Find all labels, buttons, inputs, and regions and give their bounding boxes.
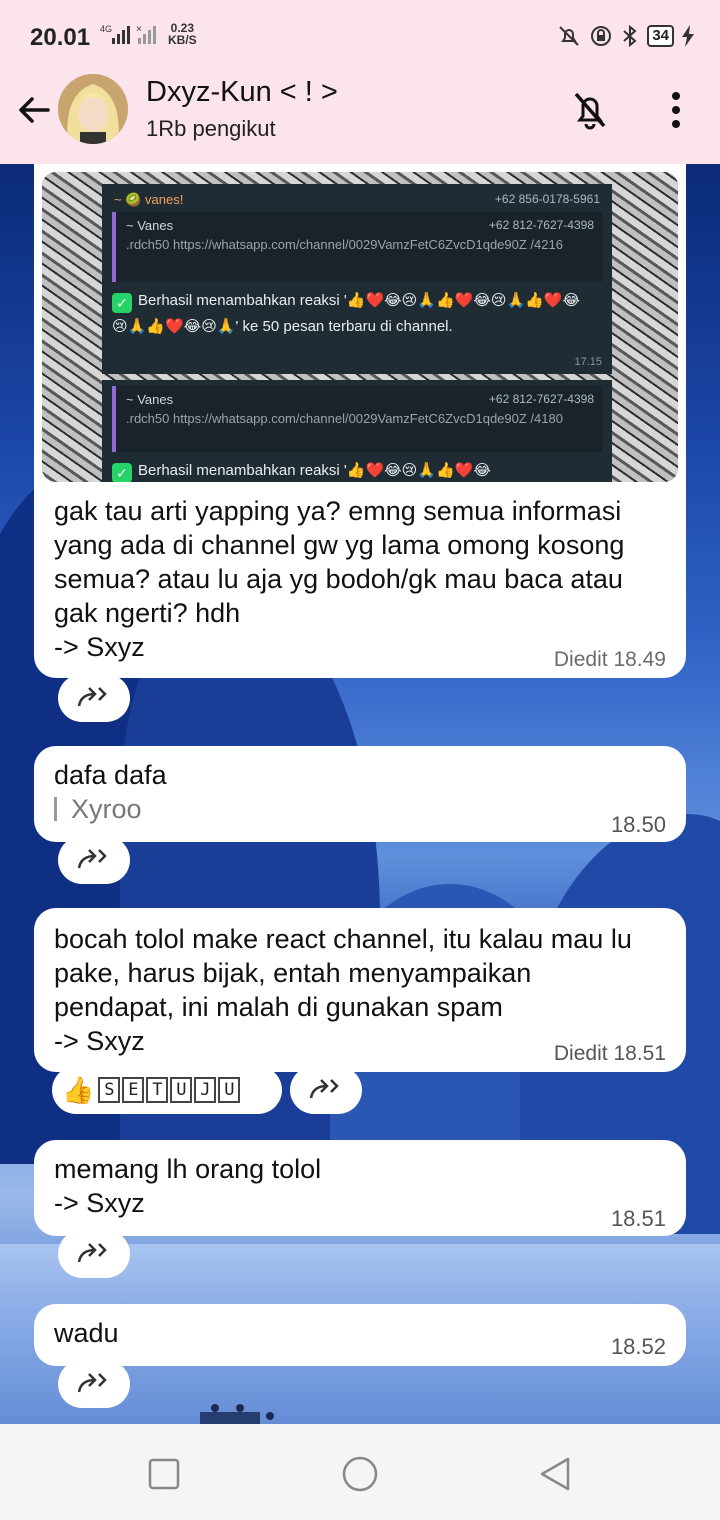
- embedded-quote-phone: +62 812-7627-4398: [488, 218, 594, 232]
- embedded-quote-text: .rdch50 https://whatsapp.com/channel/002…: [126, 237, 563, 252]
- message-time: 18.50: [610, 812, 666, 837]
- recents-square-icon[interactable]: [144, 1454, 184, 1494]
- message-text: wadu: [54, 1318, 119, 1348]
- message-meta: Diedit 18.49: [554, 648, 666, 672]
- edited-label: Diedit: [553, 648, 608, 671]
- back-arrow-icon[interactable]: [14, 90, 54, 130]
- embedded-chat-card: ~ 🥝 vanes! +62 856-0178-5961 ~ Vanes +62…: [102, 184, 612, 374]
- forward-button[interactable]: [58, 674, 130, 722]
- embedded-quote-text: .rdch50 https://whatsapp.com/channel/002…: [126, 411, 563, 426]
- message-text: gak tau arti yapping ya? emng semua info…: [54, 496, 625, 662]
- message-text: dafa dafa: [54, 760, 167, 790]
- reaction-letter: U: [218, 1077, 241, 1103]
- forward-arrow-icon: [77, 1243, 107, 1263]
- check-mark-icon: ✓: [112, 463, 132, 482]
- message-image[interactable]: ~ 🥝 vanes! +62 856-0178-5961 ~ Vanes +62…: [42, 172, 678, 482]
- forward-arrow-icon: [309, 1079, 339, 1099]
- home-circle-icon[interactable]: [340, 1454, 380, 1494]
- alarm-lock-icon: [591, 26, 612, 46]
- status-bar: 20.01 4G × 0.23 KB/S 34: [0, 0, 720, 74]
- reaction-letter: J: [194, 1077, 217, 1103]
- embedded-reply: ✓ Berhasil menambahkan reaksi '👍❤️😂😢🙏👍❤️😂: [112, 458, 592, 482]
- follower-count: 1Rb pengikut: [146, 116, 276, 141]
- bluetooth-icon: [623, 24, 637, 48]
- reaction-letter: U: [170, 1077, 193, 1103]
- embedded-reply: ✓ Berhasil menambahkan reaksi '👍❤️😂😢🙏👍❤️😂…: [112, 288, 592, 340]
- message-meta: Diedit 18.51: [554, 1042, 666, 1066]
- channel-avatar[interactable]: [58, 74, 128, 144]
- forward-arrow-icon: [77, 687, 107, 707]
- forward-button[interactable]: [58, 1360, 130, 1408]
- forward-arrow-icon: [77, 1373, 107, 1393]
- reaction-letter: S: [98, 1077, 121, 1103]
- back-triangle-icon[interactable]: [536, 1454, 576, 1494]
- embedded-quote: ~ Vanes +62 812-7627-4398 .rdch50 https:…: [112, 386, 602, 452]
- system-nav-bar: [0, 1424, 720, 1520]
- reaction-letter: E: [122, 1077, 145, 1103]
- embedded-reply-text: Berhasil menambahkan reaksi '👍❤️😂😢🙏👍❤️😂😢…: [112, 292, 581, 335]
- embedded-time: 17.15: [574, 356, 602, 368]
- message-bubble[interactable]: wadu 18.52: [34, 1304, 686, 1366]
- embedded-quote: ~ Vanes +62 812-7627-4398 .rdch50 https:…: [112, 212, 602, 282]
- svg-text:4G: 4G: [100, 24, 112, 34]
- message-text: bocah tolol make react channel, itu kala…: [54, 924, 632, 1056]
- message-bubble[interactable]: bocah tolol make react channel, itu kala…: [34, 908, 686, 1072]
- more-options-icon[interactable]: [660, 88, 692, 132]
- message-time: 18.52: [610, 1334, 666, 1359]
- svg-text:×: ×: [136, 24, 142, 35]
- embedded-chat-card: ~ Vanes +62 812-7627-4398 .rdch50 https:…: [102, 380, 612, 482]
- embedded-sender: ~ 🥝 vanes!: [114, 192, 184, 207]
- message-bubble[interactable]: dafa dafa Xyroo 18.50: [34, 746, 686, 842]
- embedded-quote-phone: +62 812-7627-4398: [488, 392, 594, 406]
- message-time: 18.49: [613, 648, 666, 671]
- message-time: 18.51: [610, 1206, 666, 1231]
- mute-notifications-icon[interactable]: [568, 88, 612, 132]
- status-icons: 34: [557, 22, 694, 50]
- message-signature: Xyroo: [54, 794, 142, 825]
- reaction-letter: T: [146, 1077, 169, 1103]
- embedded-reply-text: Berhasil menambahkan reaksi '👍❤️😂😢🙏👍❤️😂: [138, 462, 491, 479]
- forward-arrow-icon: [77, 849, 107, 869]
- anime-avatar-icon: [58, 74, 128, 144]
- message-text: memang lh orang tolol -> Sxyz: [54, 1154, 322, 1218]
- channel-header: Dxyz-Kun < ! > 1Rb pengikut: [0, 74, 720, 164]
- status-time: 20.01: [30, 24, 91, 51]
- thumbs-up-icon: 👍: [62, 1074, 95, 1105]
- wallpaper-boat: [200, 1404, 274, 1424]
- forward-button[interactable]: [58, 836, 130, 884]
- bell-off-icon: [559, 26, 580, 46]
- network-speed-unit: KB/S: [168, 33, 197, 47]
- message-time: 18.51: [613, 1042, 666, 1065]
- battery-indicator: 34: [647, 25, 674, 47]
- message-bubble[interactable]: ~ 🥝 vanes! +62 856-0178-5961 ~ Vanes +62…: [34, 164, 686, 678]
- reaction-pill[interactable]: 👍 S E T U J U: [52, 1066, 282, 1114]
- network-speed: 0.23 KB/S: [168, 22, 197, 46]
- forward-button[interactable]: [290, 1066, 362, 1114]
- forward-button[interactable]: [58, 1230, 130, 1278]
- message-bubble[interactable]: memang lh orang tolol -> Sxyz 18.51: [34, 1140, 686, 1236]
- channel-name[interactable]: Dxyz-Kun < ! >: [146, 76, 338, 109]
- charging-icon: [682, 25, 694, 47]
- edited-label: Diedit: [553, 1042, 608, 1065]
- embedded-quote-name: ~ Vanes: [126, 218, 174, 233]
- embedded-quote-name: ~ Vanes: [126, 392, 174, 407]
- embedded-sender-phone: +62 856-0178-5961: [494, 192, 600, 206]
- signal-icon: 4G ×: [100, 24, 156, 44]
- check-mark-icon: ✓: [112, 293, 132, 313]
